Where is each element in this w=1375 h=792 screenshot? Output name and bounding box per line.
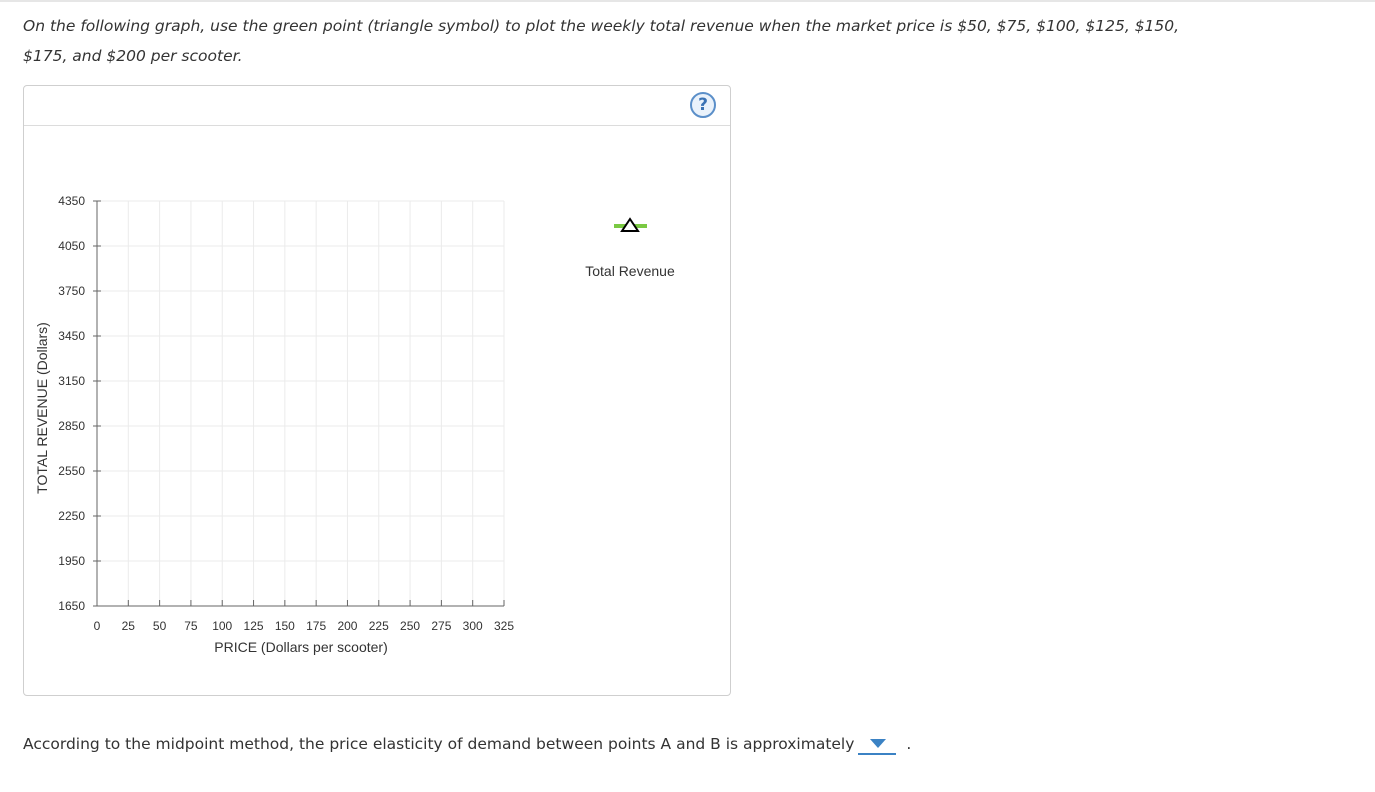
graph-panel: ? 0 25 50 75 100 125 150 175 200 225 250 275 300 325 1…	[23, 85, 731, 696]
y-tick-label: 1950	[58, 554, 85, 568]
chart-area[interactable]: 0 25 50 75 100 125 150 175 200 225 250 275 300 325165…	[24, 86, 732, 697]
y-tick-label: 4050	[58, 239, 85, 253]
x-tick-label: 75	[184, 619, 198, 633]
instructions-line-2: $175, and $200 per scooter.	[23, 47, 243, 65]
instructions-text: On the following graph, use the green po…	[23, 11, 1203, 71]
y-axis-label: TOTAL REVENUE (Dollars)	[34, 322, 50, 494]
x-axis-label: PRICE (Dollars per scooter)	[214, 639, 388, 655]
x-tick-label: 150	[275, 619, 295, 633]
chevron-down-icon	[870, 739, 887, 748]
x-tick-label: 275	[431, 619, 451, 633]
question-text: According to the midpoint method, the pr…	[23, 735, 855, 753]
instructions-line-1: On the following graph, use the green po…	[23, 17, 1180, 35]
y-tick-label: 3150	[58, 374, 85, 388]
y-tick-label: 2550	[58, 464, 85, 478]
legend-label: Total Revenue	[585, 263, 675, 279]
x-tick-label: 300	[463, 619, 483, 633]
y-tick-label: 2250	[58, 509, 85, 523]
trailing-period: .	[906, 735, 912, 753]
legend-total-revenue[interactable]: Total Revenue	[585, 217, 675, 279]
grid-layer	[97, 200, 505, 606]
x-tick-label: 50	[153, 619, 167, 633]
question-line: According to the midpoint method, the pr…	[23, 733, 911, 755]
x-tick-label: 325	[494, 619, 514, 633]
x-tick-label: 250	[400, 619, 420, 633]
y-tick-label: 4350	[58, 194, 85, 208]
x-tick-label: 200	[337, 619, 357, 633]
axis-layer	[96, 201, 504, 607]
tick-layer: 0 25 50 75 100 125 150 175 200 225 250 275 300 325165…	[58, 194, 514, 633]
x-tick-label: 25	[122, 619, 136, 633]
top-divider	[0, 0, 1375, 2]
y-tick-label: 2850	[58, 419, 85, 433]
x-tick-label: 175	[306, 619, 326, 633]
y-tick-label: 3450	[58, 329, 85, 343]
x-tick-label: 100	[212, 619, 232, 633]
y-tick-label: 3750	[58, 284, 85, 298]
y-tick-label: 1650	[58, 599, 85, 613]
x-tick-label: 225	[369, 619, 389, 633]
elasticity-dropdown[interactable]	[858, 733, 897, 755]
x-tick-label: 0	[94, 619, 101, 633]
x-tick-label: 125	[244, 619, 264, 633]
